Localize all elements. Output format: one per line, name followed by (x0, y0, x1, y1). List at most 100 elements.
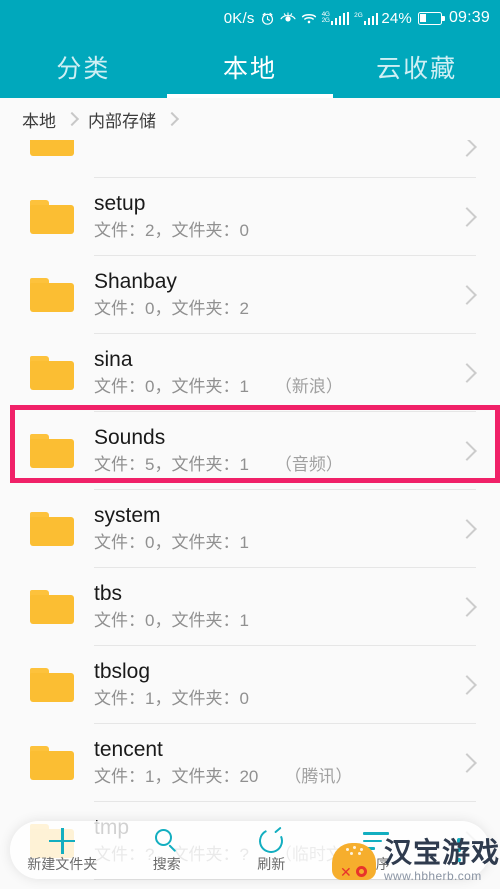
folder-icon (30, 512, 74, 546)
folder-icon (30, 140, 74, 156)
list-item[interactable]: sina 文件：0，文件夹：1 （新浪） (0, 334, 500, 412)
list-item-text: Sounds 文件：5，文件夹：1 （音频） (94, 425, 460, 477)
more-menu-button[interactable] (428, 837, 490, 863)
list-item[interactable]: tbs 文件：0，文件夹：1 (0, 568, 500, 646)
battery-percent-text: 24% (381, 9, 412, 27)
list-item-subtitle: 文件：1，文件夹：0 (94, 687, 460, 711)
search-label: 搜索 (152, 856, 181, 872)
more-vertical-icon (456, 837, 462, 863)
list-item-text: tencent 文件：1，文件夹：20 （腾讯） (94, 737, 460, 789)
list-item-title: Sounds (94, 426, 166, 449)
list-item-counts: 文件：0，文件夹：2 (94, 299, 249, 318)
list-item-subtitle: 文件：0，文件夹：1 (94, 531, 460, 555)
new-folder-label: 新建文件夹 (27, 856, 98, 872)
folder-icon (30, 746, 74, 780)
refresh-label: 刷新 (257, 856, 286, 872)
sim1-signal-icon: 4G 2G (321, 10, 350, 25)
chevron-right-icon (457, 207, 477, 227)
folder-icon (30, 668, 74, 702)
new-folder-button[interactable]: 新建文件夹 (10, 828, 115, 872)
list-item-note: （新浪） (274, 377, 343, 396)
chevron-right-icon (457, 675, 477, 695)
sort-label: 排序 (361, 856, 390, 872)
list-item-text: 文件：0，文件夹：0 （铃声） (94, 140, 460, 142)
refresh-icon (255, 825, 287, 857)
folder-icon (30, 590, 74, 624)
chevron-right-icon (457, 363, 477, 383)
list-item-note: （音频） (274, 455, 343, 474)
sim2-network-label: 2G (354, 11, 363, 19)
list-item-counts: 文件：2，文件夹：0 (94, 221, 249, 240)
status-bar: 0K/s 4G 2G 2G 24% 09:39 (0, 0, 500, 36)
sort-button[interactable]: 排序 (324, 828, 429, 872)
bottom-toolbar: 新建文件夹 搜索 刷新 排序 (10, 821, 490, 879)
tab-cloud-favorites[interactable]: 云收藏 (333, 36, 500, 98)
folder-icon (30, 434, 74, 468)
list-item-note: （腾讯） (284, 767, 353, 786)
list-item-counts: 文件：0，文件夹：0 (94, 140, 249, 142)
tab-categories[interactable]: 分类 (0, 36, 167, 98)
list-item-subtitle: 文件：0，文件夹：2 (94, 297, 460, 321)
list-item-title: Shanbay (94, 270, 177, 293)
wifi-icon (301, 12, 317, 25)
file-list[interactable]: 文件：0，文件夹：0 （铃声） setup 文件：2，文件夹：0 Shanbay… (0, 140, 500, 889)
chevron-right-icon (457, 441, 477, 461)
list-item-title: tbs (94, 582, 123, 605)
alarm-clock-icon (260, 11, 275, 26)
chevron-right-icon (457, 597, 477, 617)
list-item-counts: 文件：1，文件夹：0 (94, 689, 249, 708)
list-item-subtitle: 文件：0，文件夹：1 （新浪） (94, 375, 460, 399)
search-icon (154, 828, 179, 854)
list-item[interactable]: 文件：0，文件夹：0 （铃声） (0, 140, 500, 178)
folder-icon (30, 200, 74, 234)
plus-icon (49, 828, 76, 854)
chevron-right-icon (457, 140, 477, 157)
list-item-text: setup 文件：2，文件夹：0 (94, 191, 460, 243)
list-item-title: tbslog (94, 660, 151, 683)
list-item[interactable]: tbslog 文件：1，文件夹：0 (0, 646, 500, 724)
list-item-text: tbslog 文件：1，文件夹：0 (94, 659, 460, 711)
refresh-button[interactable]: 刷新 (219, 825, 324, 872)
list-item-title: system (94, 504, 161, 527)
list-item-counts: 文件：0，文件夹：1 (94, 533, 249, 552)
list-item[interactable]: Shanbay 文件：0，文件夹：2 (0, 256, 500, 334)
chevron-right-icon (64, 111, 80, 127)
list-item-text: system 文件：0，文件夹：1 (94, 503, 460, 555)
list-item-title: setup (94, 192, 146, 215)
sim2-signal-icon: 2G (354, 11, 379, 25)
tab-categories-label: 分类 (56, 55, 111, 83)
sim1-network-labels: 4G 2G (321, 10, 330, 24)
list-item-counts: 文件：5，文件夹：1 (94, 455, 249, 474)
breadcrumb-item-local[interactable]: 本地 (22, 107, 56, 132)
list-item[interactable]: setup 文件：2，文件夹：0 (0, 178, 500, 256)
network-speed-text: 0K/s (223, 9, 255, 27)
breadcrumb-item-internal-storage[interactable]: 内部存储 (88, 107, 156, 132)
sim1-bars (330, 11, 350, 25)
chevron-right-icon (457, 285, 477, 305)
eye-care-icon (280, 11, 296, 25)
breadcrumb: 本地 内部存储 (0, 98, 500, 140)
sort-icon (362, 828, 389, 854)
list-item-title: sina (94, 348, 133, 371)
sim2-bars (363, 12, 379, 25)
clock-text: 09:39 (448, 9, 490, 26)
list-item-subtitle: 文件：5，文件夹：1 （音频） (94, 453, 460, 477)
folder-icon (30, 356, 74, 390)
tab-local-label: 本地 (223, 55, 278, 83)
list-item[interactable]: tencent 文件：1，文件夹：20 （腾讯） (0, 724, 500, 802)
tab-bar: 分类 本地 云收藏 (0, 36, 500, 98)
list-item-sounds[interactable]: Sounds 文件：5，文件夹：1 （音频） (0, 412, 500, 490)
chevron-right-icon (457, 753, 477, 773)
search-button[interactable]: 搜索 (115, 828, 220, 872)
list-item-subtitle: 文件：1，文件夹：20 （腾讯） (94, 765, 460, 789)
list-item-counts: 文件：0，文件夹：1 (94, 611, 249, 630)
tab-local[interactable]: 本地 (167, 36, 334, 98)
list-item-note: （铃声） (275, 140, 343, 142)
chevron-right-icon (457, 519, 477, 539)
list-item-counts: 文件：0，文件夹：1 (94, 377, 249, 396)
folder-icon (30, 278, 74, 312)
list-item-text: Shanbay 文件：0，文件夹：2 (94, 269, 460, 321)
list-item[interactable]: system 文件：0，文件夹：1 (0, 490, 500, 568)
list-item-title: tencent (94, 738, 163, 761)
list-item-counts: 文件：1，文件夹：20 (94, 767, 259, 786)
